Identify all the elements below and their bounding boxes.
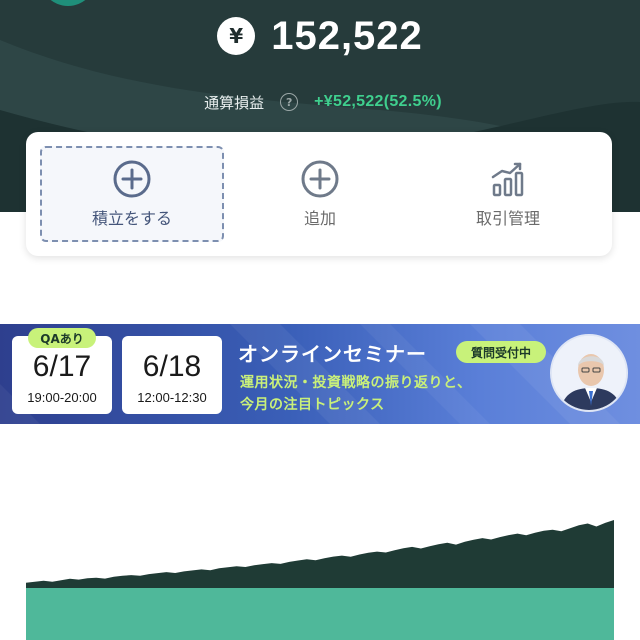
transaction-management-label: 取引管理 xyxy=(475,209,540,228)
yen-icon: ¥ xyxy=(217,17,256,55)
seminar-subtitle-line1: 運用状況・投資戦略の振り返りと、 xyxy=(240,375,472,391)
plus-circle-icon xyxy=(301,160,339,198)
seminar-date-2-day: 6/18 xyxy=(142,350,202,383)
total-value: 152,522 xyxy=(271,13,423,58)
seminar-date-2: 6/18 12:00-12:30 xyxy=(122,336,222,414)
principal-area xyxy=(26,588,614,640)
qa-badge: QAあり xyxy=(28,328,96,348)
add-funds-button[interactable]: 追加 xyxy=(226,146,414,242)
seminar-date-2-time: 12:00-12:30 xyxy=(137,390,207,405)
speaker-avatar xyxy=(550,334,628,412)
profit-loss-row: 通算損益 ? +¥52,522(52.5%) xyxy=(0,90,640,114)
recurring-investment-label: 積立をする xyxy=(91,209,172,228)
total-value-row: ¥ 152,522 xyxy=(0,14,640,58)
profit-loss-value: +¥52,522(52.5%) xyxy=(314,93,442,110)
seminar-title: オンラインセミナー xyxy=(238,342,427,366)
seminar-date-1-time: 19:00-20:00 xyxy=(27,390,97,405)
gain-area xyxy=(26,520,614,588)
help-icon[interactable]: ? xyxy=(280,93,299,111)
performance-chart xyxy=(26,520,614,640)
plus-circle-icon xyxy=(113,160,151,198)
profit-loss-label: 通算損益 xyxy=(204,93,265,112)
questions-open-badge: 質問受付中 xyxy=(456,341,546,363)
seminar-date-1-day: 6/17 xyxy=(32,350,92,383)
add-funds-label: 追加 xyxy=(303,209,336,228)
bar-chart-trend-icon xyxy=(491,162,524,197)
transaction-management-button[interactable]: 取引管理 xyxy=(416,146,600,242)
seminar-subtitle-line2: 今月の注目トピックス xyxy=(240,397,385,413)
action-card: 積立をする 追加 取引管理 xyxy=(26,132,612,256)
app-screen: ¥ 152,522 通算損益 ? +¥52,522(52.5%) 積立をする 追… xyxy=(0,0,640,640)
recurring-investment-button[interactable]: 積立をする xyxy=(40,146,224,242)
